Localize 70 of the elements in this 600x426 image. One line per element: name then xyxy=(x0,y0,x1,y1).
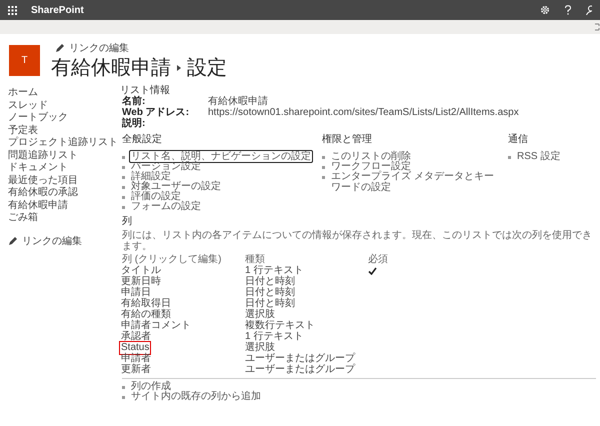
bullet-icon xyxy=(122,166,125,169)
focus-icon[interactable] xyxy=(595,23,600,31)
nav-link[interactable]: 予定表 xyxy=(8,124,38,137)
nav-link[interactable]: 最近使った項目 xyxy=(8,174,78,187)
app-name[interactable]: SharePoint xyxy=(31,4,84,16)
section-description: 列には、リスト内の各アイテムについての情報が保存されます。現在、このリストでは次の列を使用できます。 xyxy=(122,230,593,252)
nav-link[interactable]: ホーム xyxy=(8,87,38,100)
edit-links-link[interactable]: リンクの編集 xyxy=(69,41,129,55)
bullet-icon xyxy=(322,176,325,179)
table-cell-text: 1 行テキスト xyxy=(245,265,304,276)
table-cell-text: 選択肢 xyxy=(245,309,276,320)
table-cell-text: 複数行テキスト xyxy=(245,320,316,331)
field-label: 説明: xyxy=(122,118,146,129)
bullet-icon xyxy=(122,176,125,179)
nav-link[interactable]: プロジェクト追跡リスト xyxy=(8,137,118,150)
nav-link[interactable]: 問題追跡リスト xyxy=(8,150,78,162)
group-heading: 通信 xyxy=(508,134,529,145)
nav-link[interactable]: 有給休暇申請 xyxy=(8,200,68,212)
column-name-link[interactable]: 有給取得日 xyxy=(119,296,173,310)
breadcrumb-separator-icon xyxy=(177,65,181,71)
bullet-icon xyxy=(322,156,325,159)
column-name-link[interactable]: 承認者 xyxy=(119,330,153,344)
column-name-link[interactable]: 更新者 xyxy=(119,362,153,376)
column-action-link[interactable]: サイト内の既存の列から追加 xyxy=(129,390,263,402)
bullet-icon xyxy=(122,156,125,159)
nav-link[interactable]: ドキュメント xyxy=(8,162,68,174)
group-heading: 全般設定 xyxy=(122,134,163,145)
bullet-icon xyxy=(122,386,125,389)
site-logo[interactable]: T xyxy=(9,45,40,76)
bullet-icon xyxy=(122,396,125,399)
table-cell-text: 1 行テキスト xyxy=(245,331,304,342)
field-label: 名前: xyxy=(122,96,146,107)
pencil-icon xyxy=(55,43,65,53)
column-name-link[interactable]: 申請日 xyxy=(119,286,153,300)
site-title[interactable]: 有給休暇申請 xyxy=(51,56,171,80)
table-cell-text: ユーザーまたはグループ xyxy=(245,353,356,364)
group-heading: 権限と管理 xyxy=(322,134,373,145)
field-value: 有給休暇申請 xyxy=(208,96,269,107)
field-label: Web アドレス: xyxy=(122,107,190,118)
section-heading: リスト情報 xyxy=(120,85,171,96)
bullet-icon xyxy=(122,196,125,199)
table-cell-text: 日付と時刻 xyxy=(245,276,296,287)
column-header: 必須 xyxy=(368,254,389,265)
table-cell-text: 選択肢 xyxy=(245,342,276,353)
section-heading: 列 xyxy=(122,216,133,227)
help-icon[interactable] xyxy=(564,5,572,15)
bullet-icon xyxy=(508,156,511,159)
table-cell-text: 日付と時刻 xyxy=(245,287,296,298)
nav-link[interactable]: ごみ箱 xyxy=(8,212,38,224)
edit-links-link[interactable]: リンクの編集 xyxy=(22,234,82,248)
table-cell-text: 日付と時刻 xyxy=(245,298,296,309)
bullet-icon xyxy=(122,186,125,189)
bullet-icon xyxy=(322,166,325,169)
table-cell-text: ユーザーまたはグループ xyxy=(245,364,356,375)
pencil-icon xyxy=(8,236,18,246)
field-value: https://sotown01.sharepoint.com/sites/TeamS/Lists/List2/AllItems.aspx xyxy=(208,107,520,118)
page-title: 設定 xyxy=(187,56,227,80)
bullet-icon xyxy=(122,206,125,209)
column-header: 種類 xyxy=(245,254,266,265)
settings-link[interactable]: エンタープライズ メタデータとキーワードの設定 xyxy=(329,170,502,194)
settings-link[interactable]: フォームの設定 xyxy=(129,200,203,212)
column-header: 列 (クリックして編集) xyxy=(122,254,222,265)
column-action-link[interactable]: 列の作成 xyxy=(129,380,173,392)
settings-link[interactable]: 評価の設定 xyxy=(129,190,183,202)
nav-link[interactable]: ノートブック xyxy=(8,112,68,124)
settings-link[interactable]: RSS 設定 xyxy=(515,150,562,162)
nav-link[interactable]: 有給休暇の承認 xyxy=(8,187,78,200)
app-launcher-icon[interactable] xyxy=(8,6,17,14)
settings-icon[interactable] xyxy=(540,5,550,15)
nav-link[interactable]: スレッド xyxy=(8,100,48,112)
